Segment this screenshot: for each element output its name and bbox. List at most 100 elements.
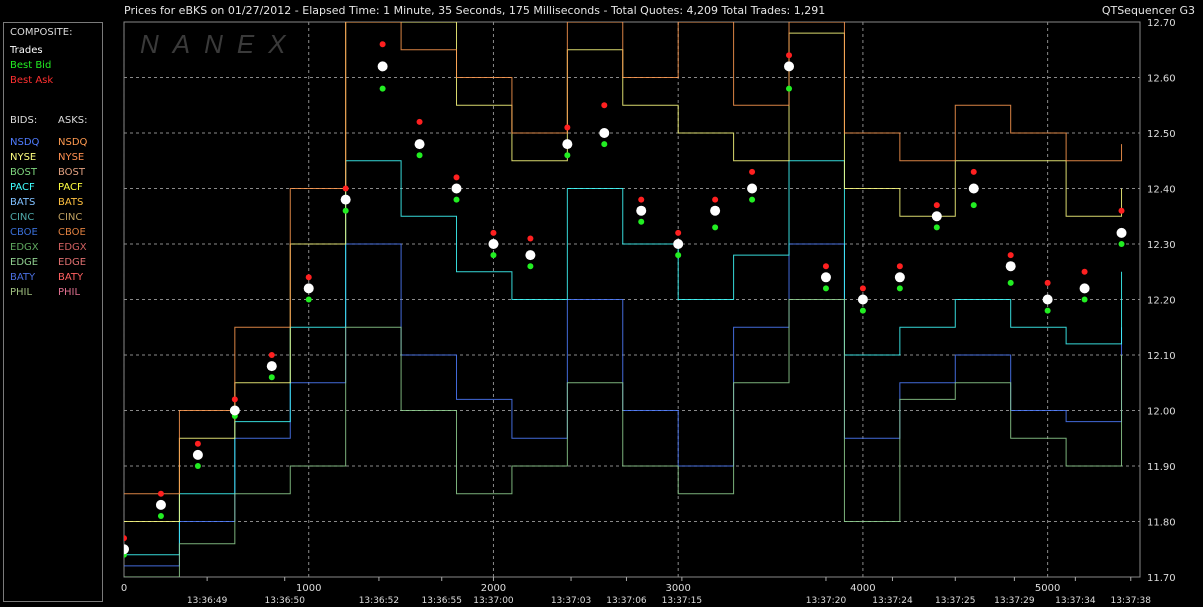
trade-point — [857, 294, 868, 305]
trade-point — [894, 272, 905, 283]
best-ask-point — [124, 535, 127, 542]
best-bid-point — [1044, 307, 1051, 314]
trade-point — [451, 183, 462, 194]
best-ask-point — [453, 174, 460, 181]
trade-point — [710, 205, 721, 216]
x-tick-label-time: 13:37:03 — [551, 596, 591, 606]
trade-point — [303, 283, 314, 294]
best-ask-point — [305, 274, 312, 281]
best-ask-point — [342, 185, 349, 192]
best-bid-point — [896, 285, 903, 292]
best-bid-point — [1007, 279, 1014, 286]
x-tick-label-index: 1000 — [296, 583, 321, 594]
best-ask-point — [970, 168, 977, 175]
best-ask-point — [231, 396, 238, 403]
trade-point — [1005, 261, 1016, 272]
trade-point — [636, 205, 647, 216]
best-ask-point — [157, 490, 164, 497]
best-ask-point — [638, 196, 645, 203]
best-bid-point — [749, 196, 756, 203]
best-ask-point — [1081, 268, 1088, 275]
x-tick-label-time: 13:37:25 — [935, 596, 975, 606]
x-axis: 0 1000 2000 3000 4000 5000 13:36:49 13:36:50 13:… — [121, 577, 1151, 606]
x-tick-label-time: 13:37:24 — [872, 596, 913, 606]
y-tick-label: 11.90 — [1147, 462, 1176, 473]
x-tick-label-time: 13:36:50 — [265, 596, 306, 606]
best-bid-point — [786, 85, 793, 92]
best-bid-point — [342, 207, 349, 214]
y-tick-label: 12.10 — [1147, 351, 1176, 362]
best-bid-point — [157, 512, 164, 519]
y-tick-label: 11.70 — [1147, 573, 1176, 584]
x-tick-label-index: 5000 — [1035, 583, 1060, 594]
best-bid-point — [379, 85, 386, 92]
best-ask-point — [896, 263, 903, 270]
x-tick-label-time: 13:37:00 — [473, 596, 514, 606]
y-tick-label: 12.30 — [1147, 240, 1176, 251]
trade-point — [525, 250, 536, 261]
best-bid-point — [712, 224, 719, 231]
best-ask-point — [527, 235, 534, 242]
trade-point — [1116, 227, 1127, 238]
x-tick-label-time: 13:37:29 — [994, 596, 1035, 606]
x-tick-label-time: 13:37:20 — [806, 596, 847, 606]
x-tick-label-time: 13:37:06 — [606, 596, 647, 606]
best-bid-point — [675, 252, 682, 259]
best-ask-point — [379, 41, 386, 48]
trade-point — [673, 239, 684, 249]
y-axis: 12.70 12.60 12.50 12.40 12.30 12.20 12.10 12.00… — [1147, 18, 1176, 584]
x-tick-label-time: 13:36:49 — [187, 596, 228, 606]
best-ask-point — [601, 102, 608, 109]
best-ask-point — [416, 118, 423, 125]
best-bid-point — [305, 296, 312, 303]
best-ask-point — [822, 263, 829, 270]
best-ask-point — [490, 229, 497, 236]
y-tick-label: 12.60 — [1147, 74, 1176, 85]
best-ask-point — [1044, 279, 1051, 286]
x-tick-label-time: 13:36:52 — [359, 596, 399, 606]
trade-point — [562, 139, 573, 150]
best-ask-point — [675, 229, 682, 236]
best-bid-point — [1081, 296, 1088, 303]
x-tick-label-index: 2000 — [481, 583, 506, 594]
trade-point — [784, 61, 795, 72]
best-bid-point — [527, 263, 534, 270]
best-bid-point — [268, 374, 275, 381]
best-bid-point — [933, 224, 940, 231]
best-ask-point — [712, 196, 719, 203]
trade-point — [124, 544, 129, 555]
y-tick-label: 12.00 — [1147, 407, 1176, 418]
trade-point — [1042, 294, 1053, 305]
best-bid-point — [822, 285, 829, 292]
y-tick-label: 12.70 — [1147, 18, 1176, 29]
best-ask-point — [933, 202, 940, 209]
trade-point — [488, 239, 499, 249]
best-bid-point — [859, 307, 866, 314]
best-ask-point — [1007, 252, 1014, 259]
x-tick-label-index: 3000 — [665, 583, 690, 594]
best-ask-point — [786, 52, 793, 59]
trade-point — [414, 139, 425, 150]
x-tick-label-index: 0 — [121, 583, 127, 594]
trade-point — [747, 183, 758, 194]
x-tick-label-time: 13:36:55 — [422, 596, 462, 606]
best-ask-point — [268, 352, 275, 358]
best-bid-point — [601, 141, 608, 148]
x-tick-label-time: 13:37:34 — [1055, 596, 1096, 606]
y-tick-label: 11.80 — [1147, 518, 1176, 529]
trade-point — [266, 361, 277, 372]
trade-point — [1079, 283, 1090, 294]
best-ask-point — [564, 124, 571, 131]
trade-point — [820, 272, 831, 283]
best-bid-point — [1118, 241, 1125, 247]
best-bid-point — [453, 196, 460, 203]
trade-point — [931, 211, 942, 222]
best-bid-point — [638, 218, 645, 225]
y-tick-label: 12.20 — [1147, 296, 1176, 307]
trade-point — [968, 183, 979, 194]
x-tick-label-time: 13:37:38 — [1111, 596, 1152, 606]
x-tick-label-index: 4000 — [850, 583, 875, 594]
y-tick-label: 12.40 — [1147, 185, 1176, 196]
best-bid-point — [970, 202, 977, 209]
price-chart: NANEX 12.70 12.60 12.50 12.40 12.30 12.20 12.1… — [121, 18, 1176, 606]
